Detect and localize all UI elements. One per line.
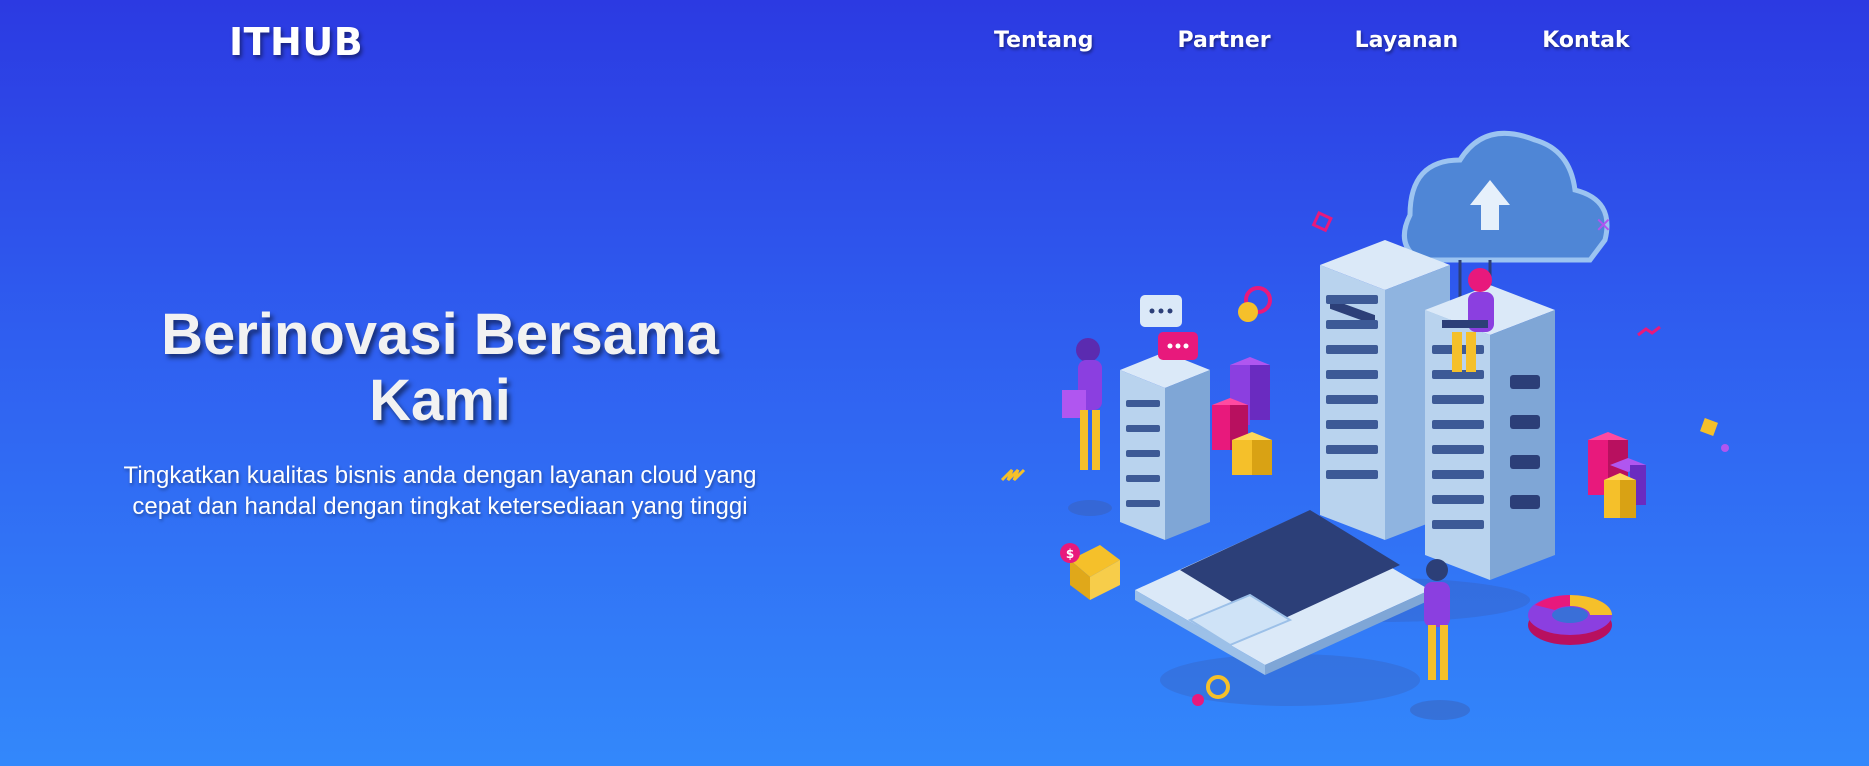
mail-icon: $ xyxy=(1060,543,1120,600)
hero-section: Berinovasi Bersama Kami Tingkatkan kuali… xyxy=(100,302,780,522)
dollar-badge: $ xyxy=(1066,547,1074,561)
cloud-server-illustration: $ ✕ xyxy=(1000,130,1729,720)
person-standing-left xyxy=(1062,338,1112,516)
bar-cubes-right xyxy=(1588,432,1646,518)
hero-title: Berinovasi Bersama Kami xyxy=(161,302,719,433)
brand-logo[interactable]: ITHUB xyxy=(229,20,363,64)
nav-item-partner[interactable]: Partner xyxy=(1177,28,1270,53)
main-nav: Tentang Partner Layanan Kontak xyxy=(994,28,1630,53)
bar-cubes-center xyxy=(1212,357,1272,475)
nav-item-tentang[interactable]: Tentang xyxy=(994,28,1093,53)
chat-bubble-icon xyxy=(1140,295,1198,360)
top-navbar: ITHUB Tentang Partner Layanan Kontak xyxy=(0,0,1869,86)
hero-subtitle: Tingkatkan kualitas bisnis anda dengan l… xyxy=(123,462,757,520)
nav-item-kontak[interactable]: Kontak xyxy=(1542,28,1629,53)
donut-chart-icon xyxy=(1528,595,1612,645)
server-rack-small xyxy=(1120,352,1210,540)
svg-text:✕: ✕ xyxy=(1595,213,1612,237)
nav-item-layanan[interactable]: Layanan xyxy=(1355,28,1459,53)
